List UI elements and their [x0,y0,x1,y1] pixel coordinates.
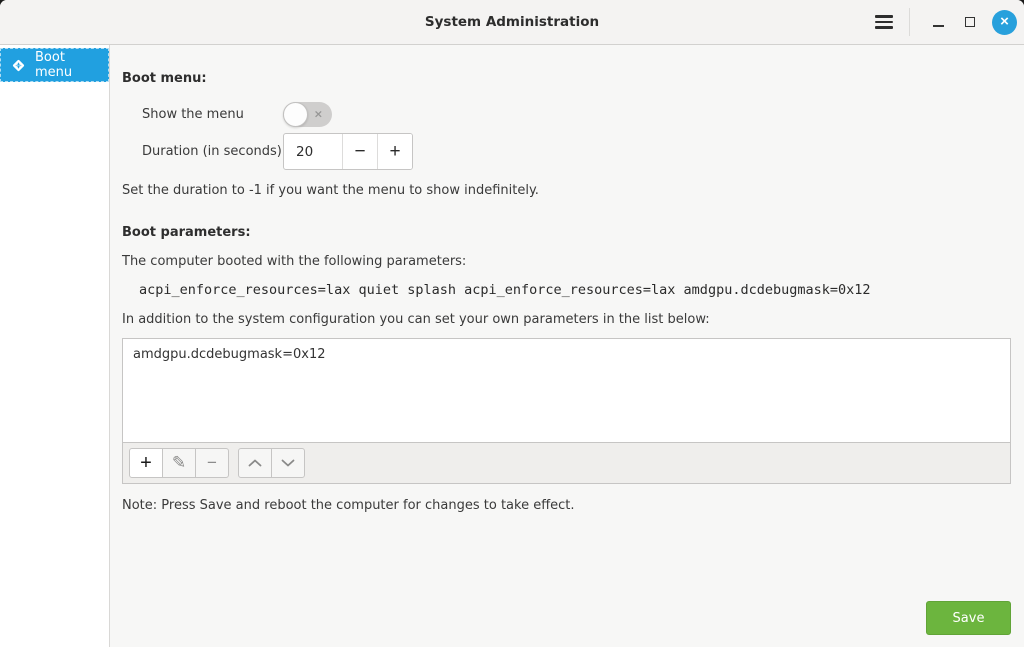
duration-label: Duration (in seconds) [142,144,283,159]
titlebar: System Administration × [0,0,1024,45]
duration-spinbutton: − + [283,133,413,170]
sidebar: Boot menu [0,45,110,647]
boot-menu-section-title: Boot menu: [122,71,1011,86]
titlebar-controls: × [867,5,1024,39]
add-parameter-button[interactable]: + [129,448,163,478]
edit-button-group: + ✎ − [129,448,229,478]
maximize-button[interactable] [956,8,984,36]
sidebar-item-boot-menu[interactable]: Boot menu [0,48,109,82]
sidebar-item-label: Boot menu [35,50,99,80]
edit-icon: ✎ [172,453,186,473]
app-body: Boot menu Boot menu: Show the menu × Dur… [0,45,1024,647]
move-up-button[interactable] [238,448,272,478]
list-item[interactable]: amdgpu.dcdebugmask=0x12 [123,339,1010,370]
maximize-icon [965,17,975,27]
booted-parameters-value: acpi_enforce_resources=lax quiet splash … [122,282,1011,298]
show-menu-row: Show the menu × [122,101,1011,127]
duration-row: Duration (in seconds) − + [122,133,1011,170]
move-button-group [238,448,305,478]
show-menu-toggle[interactable]: × [283,102,332,127]
titlebar-separator [909,8,910,36]
boot-menu-icon [10,57,27,74]
toggle-off-icon: × [314,109,323,120]
parameters-list-toolbar: + ✎ − [122,443,1011,484]
chevron-up-icon [248,459,262,467]
toggle-knob [283,102,308,127]
minimize-button[interactable] [924,8,952,36]
own-parameters-label: In addition to the system configuration … [122,312,1011,327]
duration-hint-text: Set the duration to -1 if you want the m… [122,183,1011,198]
system-administration-window: System Administration × [0,0,1024,647]
chevron-down-icon [281,459,295,467]
parameters-list[interactable]: amdgpu.dcdebugmask=0x12 [122,338,1011,443]
duration-increase-button[interactable]: + [377,134,412,169]
remove-parameter-button[interactable]: − [195,448,229,478]
booted-with-label: The computer booted with the following p… [122,254,1011,269]
add-icon: + [140,452,152,475]
boot-parameters-section-title: Boot parameters: [122,225,1011,240]
minus-icon: − [354,142,365,161]
minimize-icon [933,25,944,27]
save-button[interactable]: Save [926,601,1011,635]
edit-parameter-button[interactable]: ✎ [162,448,196,478]
save-note-text: Note: Press Save and reboot the computer… [122,498,1011,513]
duration-input[interactable] [284,134,342,169]
show-menu-label: Show the menu [142,107,283,122]
plus-icon: + [389,142,400,161]
duration-decrease-button[interactable]: − [342,134,377,169]
move-down-button[interactable] [271,448,305,478]
hamburger-icon [875,15,893,29]
close-icon: × [1000,14,1009,29]
close-button[interactable]: × [992,10,1017,35]
app-menu-button[interactable] [867,5,901,39]
main-content: Boot menu: Show the menu × Duration (in … [110,45,1024,647]
remove-icon: − [207,453,217,473]
